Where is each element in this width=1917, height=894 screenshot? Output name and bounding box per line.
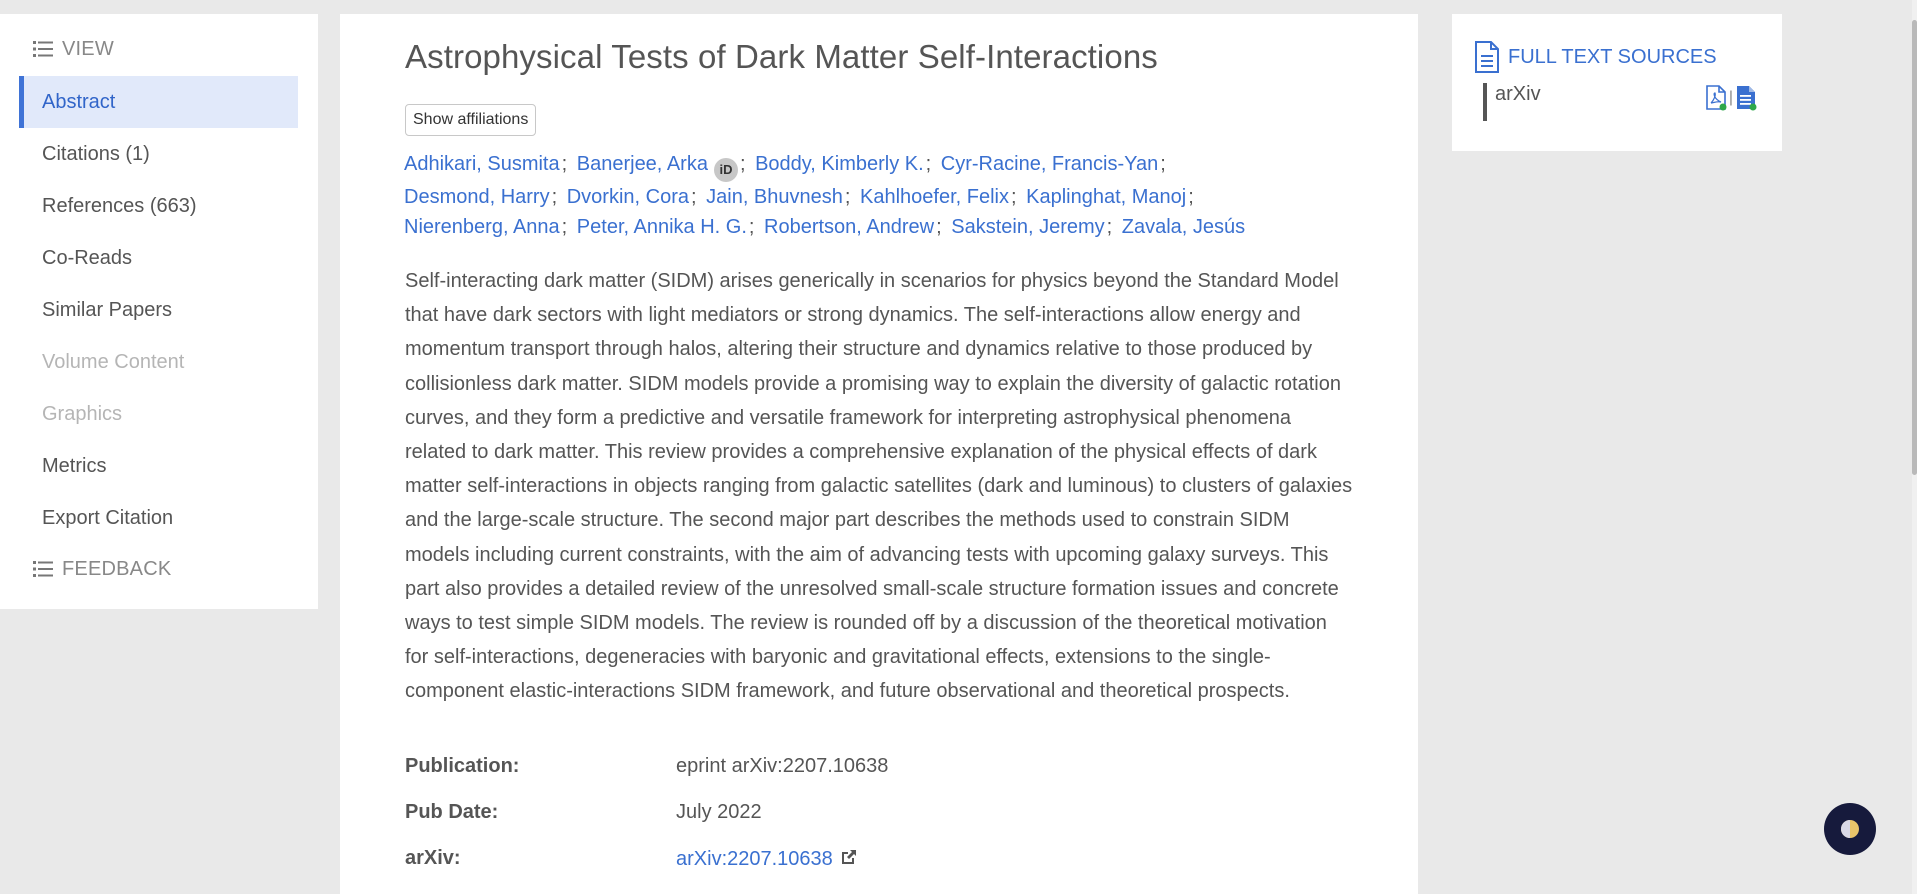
source-row-arxiv: arXiv |: [1483, 83, 1757, 121]
author-separator: ;: [739, 153, 746, 175]
document-icon: [1475, 41, 1499, 73]
theme-toggle-button[interactable]: [1824, 803, 1876, 855]
sidebar-item-abstract[interactable]: Abstract: [19, 76, 298, 128]
source-name: arXiv: [1495, 82, 1541, 105]
sidebar: VIEW Abstract Citations (1) References (…: [0, 14, 318, 609]
author-separator: ;: [1160, 153, 1166, 175]
full-text-sources-panel: FULL TEXT SOURCES arXiv |: [1452, 14, 1782, 151]
feedback-label: FEEDBACK: [62, 557, 172, 580]
html-document-icon[interactable]: [1735, 85, 1757, 111]
sidebar-item-similar-papers[interactable]: Similar Papers: [19, 284, 298, 336]
paper-title: Astrophysical Tests of Dark Matter Self-…: [405, 38, 1158, 75]
pubdate-value: July 2022: [676, 801, 762, 824]
author-link[interactable]: Cyr-Racine, Francis-Yan: [941, 153, 1158, 175]
author-link[interactable]: Peter, Annika H. G.: [577, 216, 747, 238]
author-list: Adhikari, Susmita; Banerjee, Arka iD; Bod…: [404, 149, 1344, 242]
view-header: VIEW: [0, 32, 318, 66]
arxiv-label: arXiv:: [405, 847, 461, 870]
author-link[interactable]: Zavala, Jesús: [1122, 216, 1245, 238]
pubdate-row: Pub Date: July 2022: [405, 790, 1352, 836]
pdf-icon[interactable]: [1705, 85, 1727, 111]
sidebar-item-metrics[interactable]: Metrics: [19, 440, 298, 492]
author-link[interactable]: Dvorkin, Cora: [567, 186, 689, 208]
author-link[interactable]: Boddy, Kimberly K.: [755, 153, 924, 175]
author-separator: ;: [561, 153, 568, 175]
sidebar-item-references[interactable]: References (663): [19, 180, 298, 232]
metadata-table: Publication: eprint arXiv:2207.10638 Pub…: [405, 744, 1352, 882]
author-link[interactable]: Jain, Bhuvnesh: [706, 186, 843, 208]
author-link[interactable]: Banerjee, Arka: [577, 153, 708, 175]
feedback-link[interactable]: FEEDBACK: [0, 552, 318, 586]
sidebar-item-co-reads[interactable]: Co-Reads: [19, 232, 298, 284]
scrollbar-thumb[interactable]: [1912, 20, 1917, 475]
external-link-icon[interactable]: [839, 847, 859, 867]
author-link[interactable]: Sakstein, Jeremy: [951, 216, 1104, 238]
source-icon-separator: |: [1728, 89, 1733, 106]
publication-value: eprint arXiv:2207.10638: [676, 755, 889, 778]
author-link[interactable]: Kahlhoefer, Felix: [860, 186, 1009, 208]
full-text-sources-title: FULL TEXT SOURCES: [1508, 45, 1717, 68]
arxiv-row: arXiv: arXiv:2207.10638: [405, 836, 1352, 882]
author-link[interactable]: Robertson, Andrew: [764, 216, 934, 238]
author-separator: ;: [844, 186, 851, 208]
author-separator: ;: [748, 216, 755, 238]
sidebar-item-graphics: Graphics: [42, 402, 123, 425]
author-separator: ;: [1106, 216, 1113, 238]
author-link[interactable]: Nierenberg, Anna: [404, 216, 560, 238]
pubdate-label: Pub Date:: [405, 801, 499, 824]
list-icon: [33, 561, 53, 577]
author-link[interactable]: Kaplinghat, Manoj: [1026, 186, 1186, 208]
sidebar-item-citations[interactable]: Citations (1): [19, 128, 298, 180]
author-link[interactable]: Adhikari, Susmita: [404, 153, 560, 175]
author-separator: ;: [561, 216, 568, 238]
arxiv-link[interactable]: arXiv:2207.10638: [676, 848, 833, 870]
page-scrollbar[interactable]: [1912, 0, 1917, 894]
full-text-sources-header[interactable]: FULL TEXT SOURCES: [1474, 41, 1717, 73]
author-link[interactable]: Desmond, Harry: [404, 186, 550, 208]
sidebar-nav: Abstract Citations (1) References (663) …: [0, 76, 318, 544]
author-separator: ;: [1188, 186, 1194, 208]
view-label: VIEW: [62, 37, 114, 60]
author-separator: ;: [1011, 186, 1017, 208]
list-icon: [33, 41, 53, 57]
author-separator: ;: [936, 216, 942, 238]
main-content: Astrophysical Tests of Dark Matter Self-…: [340, 14, 1418, 894]
author-separator: ;: [551, 186, 558, 208]
half-moon-icon: [1841, 820, 1859, 838]
publication-row: Publication: eprint arXiv:2207.10638: [405, 744, 1352, 790]
publication-label: Publication:: [405, 755, 520, 778]
sidebar-item-volume-content: Volume Content: [42, 350, 185, 373]
show-affiliations-button[interactable]: Show affiliations: [405, 104, 537, 136]
orcid-icon[interactable]: iD: [713, 158, 738, 182]
author-separator: ;: [691, 186, 697, 208]
abstract-text: Self-interacting dark matter (SIDM) aris…: [405, 270, 1353, 703]
author-separator: ;: [925, 153, 932, 175]
sidebar-item-export-citation[interactable]: Export Citation: [19, 492, 298, 544]
